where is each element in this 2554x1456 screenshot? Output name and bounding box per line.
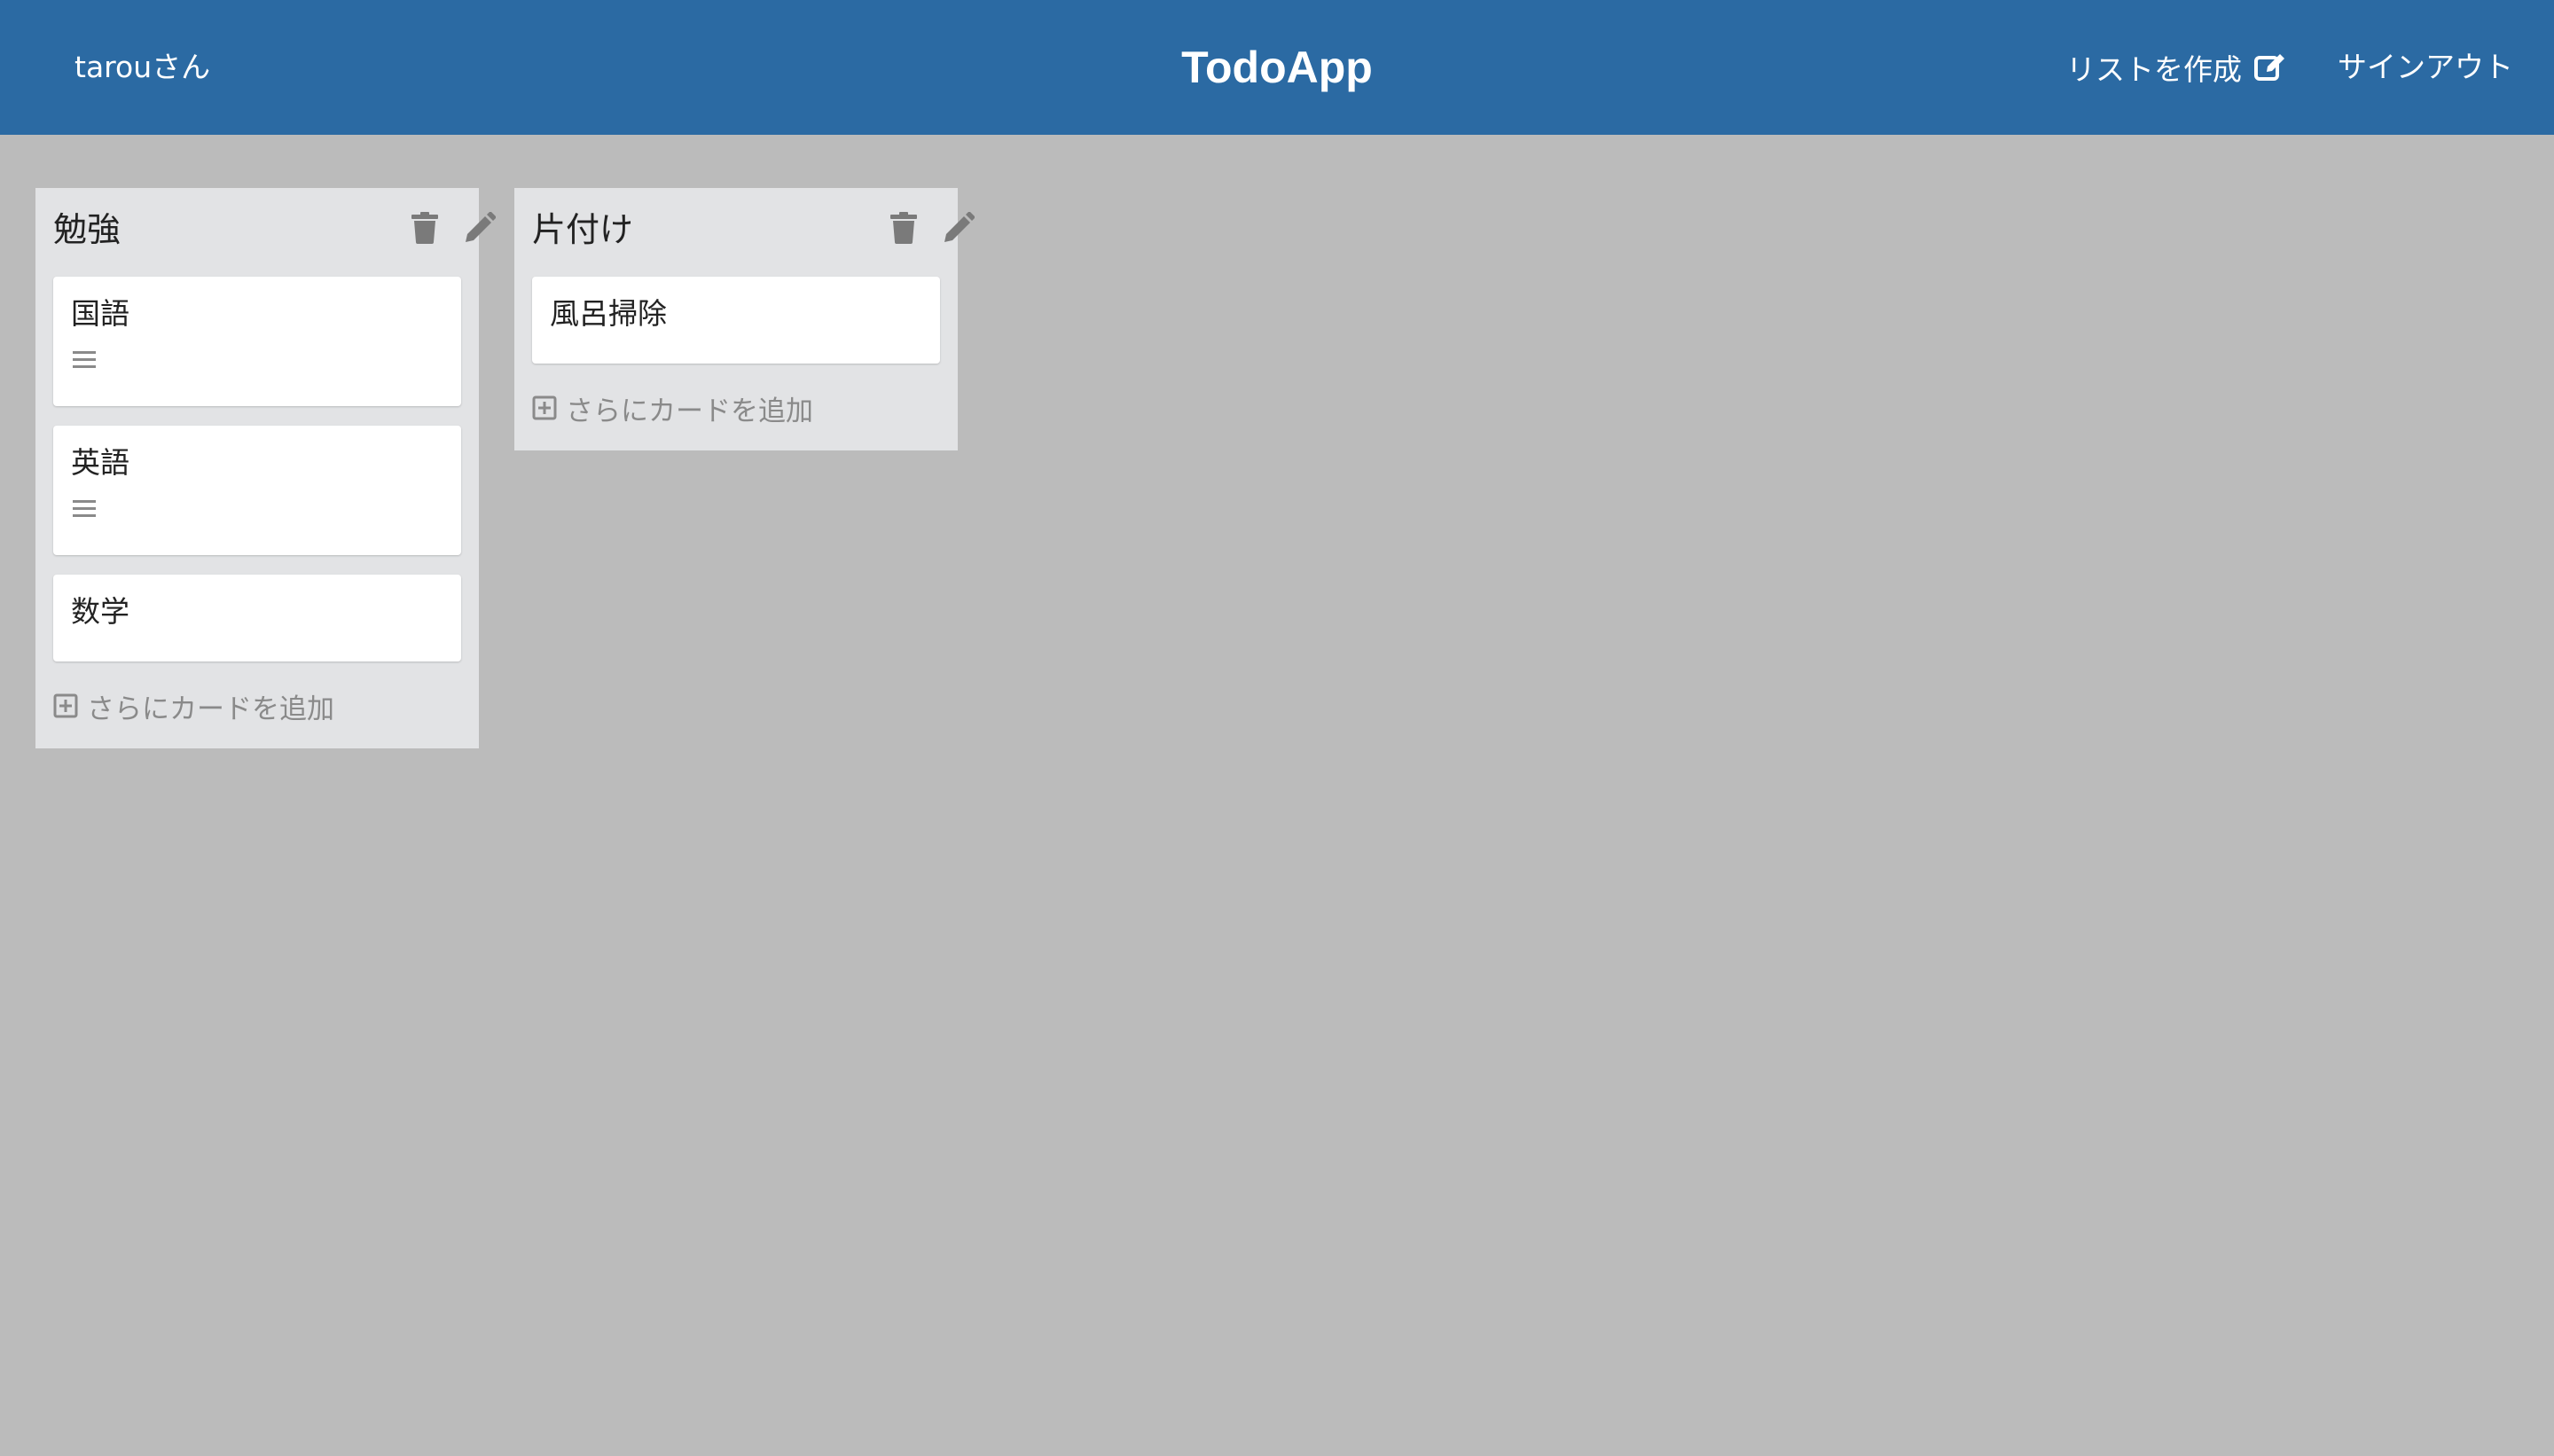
- app-title[interactable]: TodoApp: [1181, 43, 1373, 92]
- edit-list-button[interactable]: [459, 207, 500, 248]
- plus-square-icon: [53, 693, 78, 718]
- delete-list-button[interactable]: [883, 207, 924, 248]
- board: 勉強 国語 英語 数学 さらにカードを追加 片付け 風呂掃除 さらにカードを追加: [0, 135, 2554, 1456]
- card-title: 英語: [71, 445, 129, 480]
- sign-out-link[interactable]: サインアウト: [2338, 44, 2513, 90]
- card[interactable]: 数学: [53, 575, 461, 661]
- create-list-label: リストを作成: [2066, 52, 2242, 87]
- list-title[interactable]: 勉強: [53, 206, 121, 254]
- pencil-icon: [944, 212, 975, 242]
- card-title: 国語: [71, 296, 129, 331]
- card-title: 数学: [71, 594, 129, 629]
- card[interactable]: 風呂掃除: [532, 277, 940, 364]
- add-card-button[interactable]: さらにカードを追加: [532, 383, 958, 433]
- add-card-button[interactable]: さらにカードを追加: [53, 681, 479, 731]
- list-column: 片付け 風呂掃除 さらにカードを追加: [514, 188, 975, 450]
- list-header: 片付け: [514, 188, 975, 277]
- list-header: 勉強: [35, 188, 496, 277]
- trash-icon: [411, 212, 438, 244]
- pencil-icon: [466, 212, 496, 242]
- app-header: tarouさん TodoApp リストを作成 サインアウト: [0, 0, 2554, 135]
- user-name: tarouさん: [74, 50, 211, 84]
- card-title: 風呂掃除: [550, 296, 667, 331]
- trash-icon: [890, 212, 917, 244]
- description-icon: [73, 500, 96, 517]
- card[interactable]: 国語: [53, 277, 461, 406]
- plus-square-icon: [532, 395, 557, 420]
- list-column: 勉強 国語 英語 数学 さらにカードを追加: [35, 188, 496, 748]
- card[interactable]: 英語: [53, 426, 461, 555]
- description-icon: [73, 351, 96, 368]
- edit-square-icon: [2254, 54, 2284, 81]
- delete-list-button[interactable]: [404, 207, 445, 248]
- edit-list-button[interactable]: [938, 207, 979, 248]
- add-card-label: さらにカードを追加: [566, 395, 813, 427]
- add-card-label: さらにカードを追加: [87, 693, 334, 725]
- create-list-button[interactable]: リストを作成: [2066, 44, 2286, 90]
- list-title[interactable]: 片付け: [532, 206, 633, 254]
